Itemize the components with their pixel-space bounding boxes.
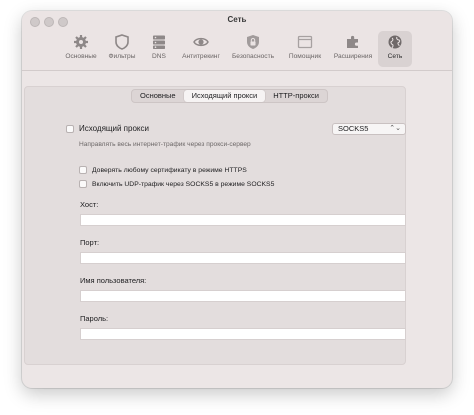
outgoing-proxy-label: Исходящий прокси — [79, 124, 149, 133]
toolbar-item-general[interactable]: Основные — [62, 31, 100, 67]
proxy-hint: Направлять весь интернет-трафик через пр… — [79, 141, 251, 148]
toolbar-item-label: DNS — [152, 53, 166, 60]
window-title: Сеть — [227, 15, 247, 24]
port-input[interactable] — [80, 252, 406, 264]
toolbar-item-assistant[interactable]: Помощник — [283, 31, 327, 67]
toolbar-item-label: Сеть — [387, 53, 403, 60]
udp-label: Включить UDP-трафик через SOCKS5 в режим… — [92, 180, 275, 188]
username-label: Имя пользователя: — [80, 276, 147, 285]
gear-icon — [74, 35, 88, 49]
toolbar-item-label: Расширения — [333, 53, 373, 60]
outgoing-proxy-checkbox[interactable] — [66, 124, 74, 133]
toolbar-item-dns[interactable]: DNS — [144, 31, 174, 67]
server-icon — [153, 35, 165, 49]
username-input[interactable] — [80, 290, 406, 302]
toolbar-item-filters[interactable]: Фильтры — [104, 31, 140, 67]
puzzle-icon — [347, 35, 358, 48]
toolbar-item-label: Антитрекинг — [182, 53, 220, 60]
toolbar-item-security[interactable]: Безопасность — [227, 31, 279, 67]
tab-general[interactable]: Основные — [132, 90, 184, 102]
toolbar-item-label: Фильтры — [108, 53, 136, 60]
shield-icon — [115, 34, 129, 50]
tab-bar: Основные Исходящий прокси HTTP-прокси — [131, 89, 328, 103]
proxy-type-select[interactable]: SOCKS5 ⌃⌄ — [332, 123, 406, 135]
eye-icon — [193, 37, 209, 47]
port-label: Порт: — [80, 238, 100, 247]
host-input[interactable] — [80, 214, 406, 226]
trust-cert-label: Доверять любому сертификату в режиме HTT… — [92, 166, 247, 174]
preferences-toolbar: Основные Фильтры DNS Антитрекинг Безопас… — [62, 31, 444, 67]
globe-icon — [388, 35, 402, 49]
udp-checkbox[interactable] — [79, 180, 87, 188]
trust-cert-checkbox[interactable] — [79, 166, 87, 174]
toolbar-item-antitracking[interactable]: Антитрекинг — [178, 31, 224, 67]
browser-window-icon — [297, 35, 313, 49]
toolbar-item-label: Помощник — [288, 53, 322, 60]
outgoing-proxy-toggle-row: Исходящий прокси — [66, 124, 149, 133]
tab-http-proxy[interactable]: HTTP-прокси — [265, 90, 327, 102]
toolbar-item-network[interactable]: Сеть — [378, 31, 412, 67]
chevron-updown-icon: ⌃⌄ — [389, 125, 401, 132]
tab-outgoing-proxy[interactable]: Исходящий прокси — [183, 90, 266, 102]
proxy-type-value: SOCKS5 — [338, 124, 369, 133]
password-label: Пароль: — [80, 314, 109, 323]
password-input[interactable] — [80, 328, 406, 340]
trust-cert-row: Доверять любому сертификату в режиме HTT… — [79, 166, 247, 174]
lock-shield-icon — [247, 35, 259, 49]
toolbar-item-label: Безопасность — [231, 53, 275, 60]
udp-row: Включить UDP-трафик через SOCKS5 в режим… — [79, 180, 274, 188]
toolbar-item-label: Основные — [65, 53, 97, 60]
toolbar-item-extensions[interactable]: Расширения — [330, 31, 376, 67]
host-label: Хост: — [80, 200, 99, 209]
titlebar: Сеть Основные Фильтры DNS Антитрекинг Бе… — [22, 11, 452, 71]
